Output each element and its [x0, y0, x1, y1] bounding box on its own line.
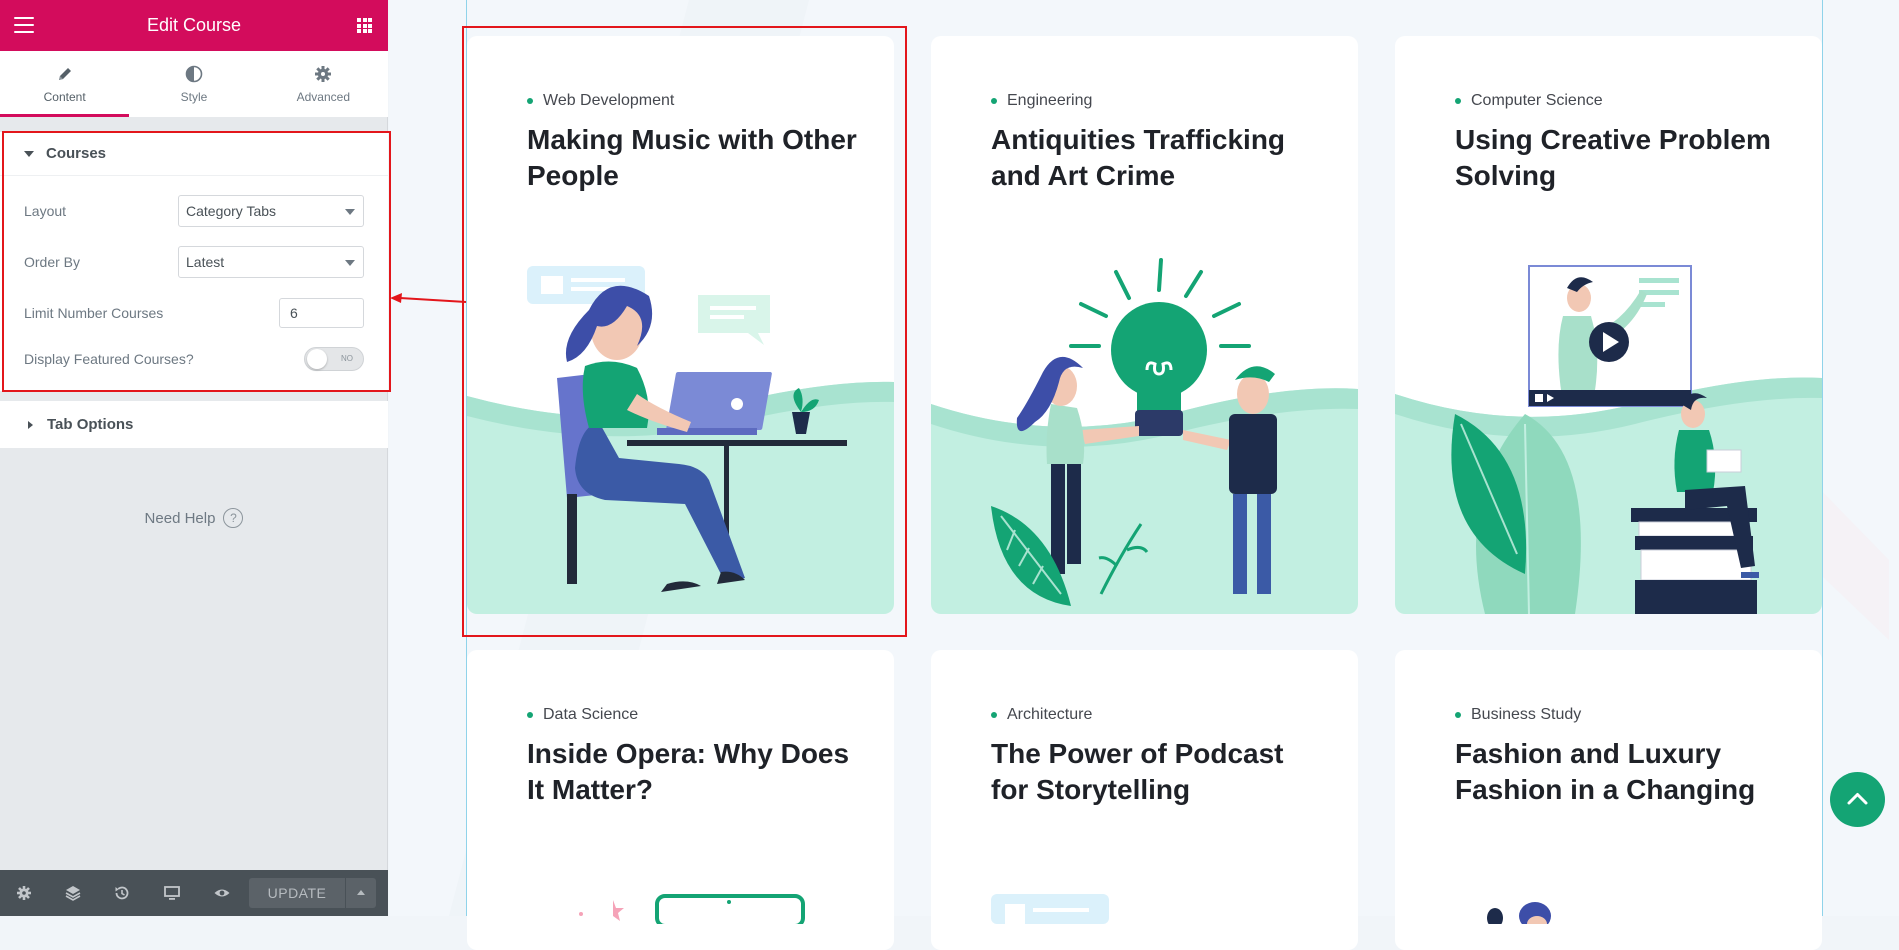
courses-section: Courses Layout Category Tabs Order By La…	[0, 132, 388, 391]
bullet-dot	[527, 712, 533, 718]
responsive-desktop-icon[interactable]	[163, 884, 181, 902]
order-by-select-value: Latest	[186, 254, 225, 270]
tab-advanced-label: Advanced	[296, 90, 350, 104]
section-guide-right	[1822, 0, 1823, 916]
settings-icon[interactable]	[15, 884, 33, 902]
gear-icon	[314, 64, 332, 84]
tab-style-label: Style	[180, 90, 208, 104]
widgets-grid-icon[interactable]	[357, 18, 372, 33]
layout-control: Layout Category Tabs	[24, 194, 364, 228]
course-category-label: Architecture	[1007, 706, 1093, 723]
tab-options-section: Tab Options	[0, 401, 388, 448]
woman-laptop-illustration	[467, 266, 894, 614]
illustration-preview	[1487, 902, 1551, 924]
course-title[interactable]: Using Creative Problem Solving	[1455, 122, 1785, 194]
course-category: Data Science	[527, 706, 638, 724]
chevron-down-icon	[345, 209, 355, 215]
pencil-icon	[56, 64, 74, 84]
lightbulb-team-illustration	[931, 258, 1358, 614]
limit-control: Limit Number Courses 6	[24, 296, 364, 330]
panel-title: Edit Course	[146, 15, 242, 35]
bullet-dot	[527, 98, 533, 104]
chevron-up-icon	[1847, 793, 1868, 805]
course-category: Web Development	[527, 92, 674, 110]
course-title[interactable]: Antiquities Trafficking and Art Crime	[991, 122, 1321, 194]
half-circle-icon	[185, 64, 203, 84]
featured-control: Display Featured Courses? NO	[24, 342, 364, 376]
course-title[interactable]: Fashion and Luxury Fashion in a Changing	[1455, 736, 1785, 808]
caret-right-icon	[28, 420, 33, 429]
tab-content[interactable]: Content	[0, 51, 130, 117]
tab-options-header[interactable]: Tab Options	[0, 401, 388, 448]
limit-number-input[interactable]: 6	[279, 298, 364, 328]
preview-eye-icon[interactable]	[213, 884, 231, 902]
annotation-arrow	[390, 293, 467, 303]
bullet-dot	[1455, 98, 1461, 104]
layers-icon[interactable]	[64, 884, 82, 902]
course-category-label: Web Development	[543, 92, 675, 109]
need-help-label: Need Help	[144, 509, 216, 527]
course-title[interactable]: Inside Opera: Why Does It Matter?	[527, 736, 857, 808]
courses-section-title: Courses	[46, 145, 107, 162]
toggle-state-label: NO	[341, 354, 353, 363]
tab-content-label: Content	[43, 90, 86, 104]
question-icon: ?	[223, 508, 244, 528]
course-card[interactable]: Web Development Making Music with Other …	[467, 36, 894, 614]
toggle-knob	[307, 349, 327, 369]
video-learning-illustration	[1395, 265, 1822, 614]
illustration-preview	[991, 894, 1109, 924]
panel-header: Edit Course	[0, 0, 388, 51]
course-category-label: Computer Science	[1471, 92, 1603, 109]
illustration-preview	[579, 894, 805, 924]
panel-footer: UPDATE	[0, 870, 388, 916]
course-card[interactable]: Architecture The Power of Podcast for St…	[931, 650, 1358, 950]
caret-down-icon	[24, 150, 34, 157]
order-by-select[interactable]: Latest	[178, 246, 364, 278]
course-title[interactable]: The Power of Podcast for Storytelling	[991, 736, 1321, 808]
bullet-dot	[991, 712, 997, 718]
course-category: Computer Science	[1455, 92, 1603, 110]
tab-style[interactable]: Style	[129, 51, 258, 117]
need-help-link[interactable]: Need Help ?	[0, 508, 388, 528]
history-icon[interactable]	[113, 884, 131, 902]
chevron-down-icon	[345, 260, 355, 266]
scroll-to-top-button[interactable]	[1830, 772, 1885, 827]
tab-options-title: Tab Options	[47, 416, 134, 433]
course-card[interactable]: Engineering Antiquities Trafficking and …	[931, 36, 1358, 614]
course-category-label: Engineering	[1007, 92, 1093, 109]
layout-select[interactable]: Category Tabs	[178, 195, 364, 227]
editor-panel: Edit Course Content Style Advanced Cours…	[0, 0, 388, 916]
bullet-dot	[1455, 712, 1461, 718]
order-by-control: Order By Latest	[24, 245, 364, 279]
bullet-dot	[991, 98, 997, 104]
course-category: Business Study	[1455, 706, 1581, 724]
course-category: Architecture	[991, 706, 1092, 724]
update-button[interactable]: UPDATE	[249, 878, 345, 908]
course-card[interactable]: Computer Science Using Creative Problem …	[1395, 36, 1822, 614]
update-options-button[interactable]	[346, 878, 376, 908]
layout-select-value: Category Tabs	[186, 203, 277, 219]
course-card[interactable]: Business Study Fashion and Luxury Fashio…	[1395, 650, 1822, 950]
course-category-label: Data Science	[543, 706, 639, 723]
course-category-label: Business Study	[1471, 706, 1582, 723]
tab-advanced[interactable]: Advanced	[259, 51, 388, 117]
courses-section-header[interactable]: Courses	[0, 132, 388, 176]
course-card[interactable]: Data Science Inside Opera: Why Does It M…	[467, 650, 894, 950]
course-category: Engineering	[991, 92, 1092, 110]
featured-toggle[interactable]: NO	[304, 347, 364, 371]
panel-tabs: Content Style Advanced	[0, 51, 388, 117]
course-title[interactable]: Making Music with Other People	[527, 122, 857, 194]
